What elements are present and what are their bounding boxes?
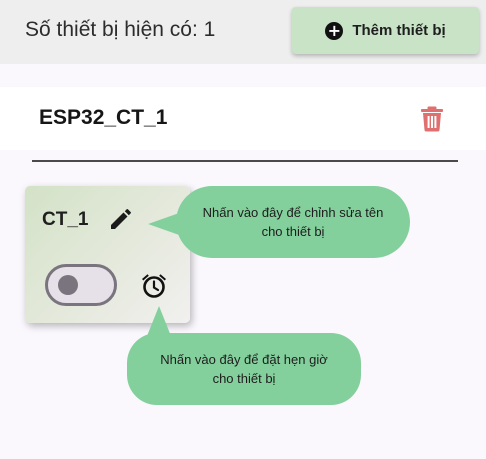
add-device-button-label: Thêm thiết bị xyxy=(352,22,446,39)
alarm-clock-icon[interactable] xyxy=(141,273,167,299)
add-device-button[interactable]: + Thêm thiết bị xyxy=(292,7,479,54)
edit-tooltip: Nhấn vào đây để chỉnh sửa tên cho thiết … xyxy=(176,186,410,258)
device-row: ESP32_CT_1 xyxy=(0,87,486,150)
alarm-tooltip-pointer xyxy=(147,306,171,336)
app-screen: Số thiết bị hiện có: 1 + Thêm thiết bị E… xyxy=(0,0,486,459)
divider xyxy=(32,160,458,162)
device-count-label: Số thiết bị hiện có: 1 xyxy=(25,18,216,41)
control-name: CT_1 xyxy=(42,209,89,230)
alarm-tooltip: Nhấn vào đây để đặt hẹn giờ cho thiết bị xyxy=(127,333,361,405)
top-bar: Số thiết bị hiện có: 1 + Thêm thiết bị xyxy=(0,0,486,64)
add-circle-icon: + xyxy=(325,21,344,40)
alarm-tooltip-text: Nhấn vào đây để đặt hẹn giờ cho thiết bị xyxy=(160,352,328,386)
toggle-knob xyxy=(58,275,78,295)
trash-icon[interactable] xyxy=(420,106,444,132)
power-toggle[interactable] xyxy=(45,264,117,306)
pencil-icon[interactable] xyxy=(108,208,132,232)
device-name: ESP32_CT_1 xyxy=(39,106,168,129)
edit-tooltip-text: Nhấn vào đây để chỉnh sửa tên cho thiết … xyxy=(202,205,384,239)
